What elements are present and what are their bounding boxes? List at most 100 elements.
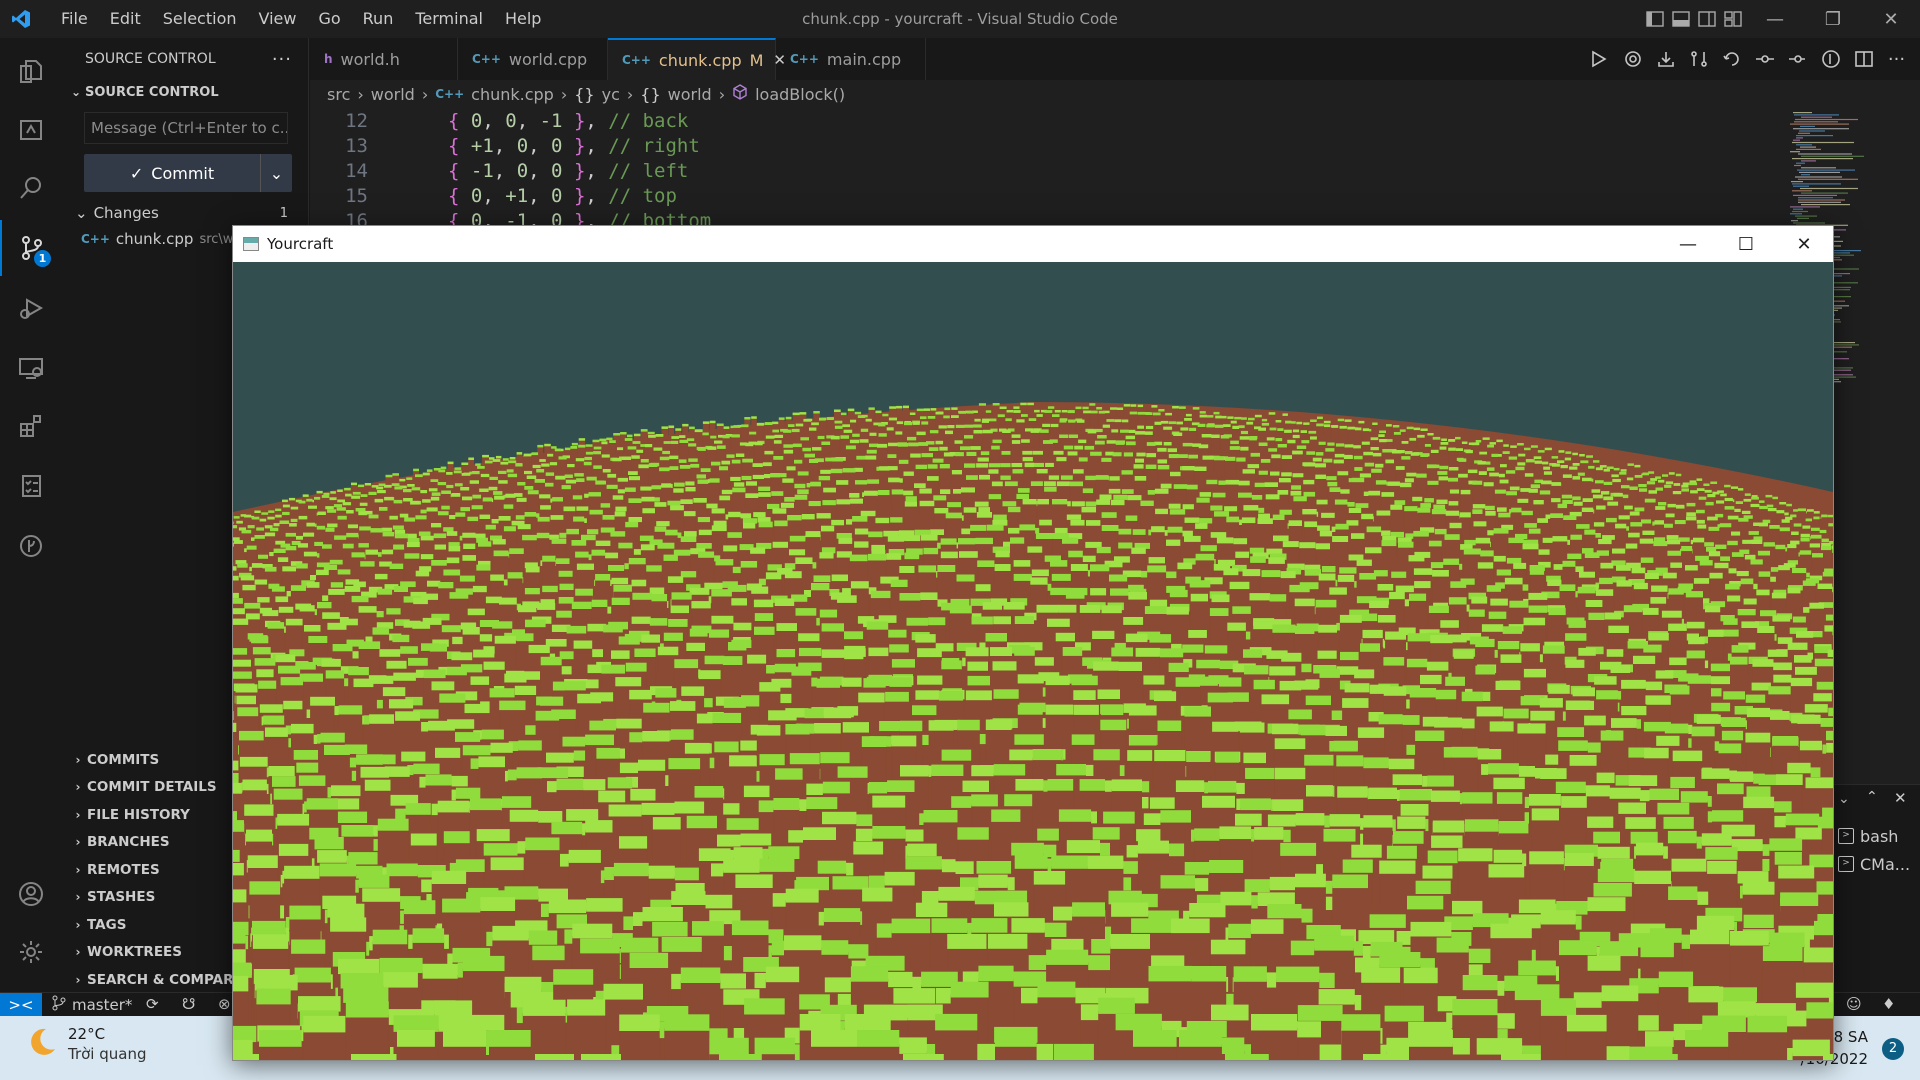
code-value: 0: [551, 159, 563, 182]
weather-widget[interactable]: 22°C Trời quang: [24, 1024, 147, 1064]
tab-main-cpp[interactable]: C++ main.cpp: [776, 38, 926, 80]
feedback-icon[interactable]: ☺: [1846, 995, 1862, 1013]
section-label: COMMIT DETAILS: [87, 779, 217, 796]
open-changes-icon[interactable]: [1718, 46, 1745, 73]
menu-edit[interactable]: Edit: [99, 0, 152, 38]
cmake-settings-icon[interactable]: [1619, 46, 1646, 73]
commit-options-button[interactable]: ⌄: [260, 154, 292, 192]
code-value: 0: [470, 184, 483, 207]
chevron-right-icon: ›: [75, 917, 81, 932]
branch-indicator[interactable]: master*: [52, 993, 132, 1017]
more-actions-icon[interactable]: ···: [272, 49, 292, 70]
menu-help[interactable]: Help: [494, 0, 552, 38]
menu-file[interactable]: File: [50, 0, 99, 38]
code-value: 0: [516, 134, 529, 157]
breadcrumb-item[interactable]: world: [668, 85, 712, 104]
next-change-icon[interactable]: [1784, 46, 1811, 73]
errors-icon[interactable]: ⊗: [218, 995, 231, 1013]
menu-selection[interactable]: Selection: [152, 0, 248, 38]
menu-terminal[interactable]: Terminal: [404, 0, 494, 38]
tab-label: world.h: [340, 49, 400, 69]
compare-changes-icon[interactable]: [1685, 46, 1712, 73]
breadcrumb-item[interactable]: yc: [602, 85, 620, 104]
source-control-icon[interactable]: 1: [0, 220, 61, 276]
game-window-titlebar[interactable]: Yourcraft — ☐ ✕: [233, 226, 1833, 262]
chevron-right-icon: ›: [421, 84, 429, 104]
split-editor-icon[interactable]: [1850, 46, 1877, 73]
remote-explorer-icon[interactable]: [0, 340, 61, 396]
testing-icon[interactable]: [0, 458, 61, 514]
game-minimize-button[interactable]: —: [1659, 226, 1717, 262]
tab-world-cpp[interactable]: C++ world.cpp: [458, 38, 608, 80]
notification-count-badge[interactable]: 2: [1882, 1038, 1904, 1060]
menu-view[interactable]: View: [248, 0, 308, 38]
commit-button-label: Commit: [151, 163, 215, 183]
changes-group-header[interactable]: ⌄ Changes 1: [61, 200, 308, 226]
settings-gear-icon[interactable]: [0, 924, 61, 980]
notifications-bell-icon[interactable]: ♦: [1882, 995, 1895, 1013]
code-value: 0: [505, 109, 517, 132]
menu-go[interactable]: Go: [307, 0, 351, 38]
remote-indicator-icon[interactable]: ><: [0, 993, 42, 1017]
chevron-right-icon: ›: [560, 84, 568, 104]
terminal-label: bash: [1860, 826, 1899, 846]
toggle-panel-icon[interactable]: [1668, 0, 1694, 38]
close-panel-icon[interactable]: ✕: [1894, 789, 1907, 807]
menu-run[interactable]: Run: [352, 0, 405, 38]
voxel-terrain-render: [233, 402, 1833, 1060]
cpp-file-icon: C++: [472, 52, 501, 66]
terminal-icon: >: [1838, 828, 1854, 844]
breadcrumb-item[interactable]: src: [327, 85, 350, 104]
chevron-down-icon: ⌄: [75, 204, 88, 222]
gitlens-icon[interactable]: [0, 518, 61, 574]
build-icon[interactable]: [1652, 46, 1679, 73]
chevron-right-icon: ›: [718, 84, 726, 104]
search-icon[interactable]: [0, 160, 61, 216]
chevron-down-icon[interactable]: ⌄: [1838, 791, 1850, 807]
git-graph-icon[interactable]: ☋: [182, 995, 195, 1013]
commit-button[interactable]: ✓ Commit: [84, 154, 260, 192]
minimize-button[interactable]: —: [1746, 0, 1804, 38]
project-manager-icon[interactable]: [0, 102, 61, 158]
code-editor[interactable]: 12 { 0, 0, -1 }, // back 13 { +1, 0, 0 }…: [310, 108, 1790, 232]
app-window-icon: [243, 237, 259, 251]
breadcrumb-item[interactable]: chunk.cpp: [471, 85, 554, 104]
gitlens-blame-icon[interactable]: [1817, 46, 1844, 73]
previous-change-icon[interactable]: [1751, 46, 1778, 73]
chevron-right-icon: ›: [75, 972, 81, 987]
cpp-file-icon: C++: [622, 53, 651, 67]
breadcrumb-item[interactable]: world: [371, 85, 415, 104]
restore-button[interactable]: ❐: [1804, 0, 1862, 38]
toggle-secondary-sidebar-icon[interactable]: [1694, 0, 1720, 38]
terminal-tab-cmake[interactable]: > CMa...: [1838, 851, 1910, 877]
game-window[interactable]: Yourcraft — ☐ ✕: [232, 225, 1834, 1061]
tab-chunk-cpp[interactable]: C++ chunk.cpp M ✕: [608, 38, 786, 80]
close-window-button[interactable]: ✕: [1862, 0, 1920, 38]
section-label: STASHES: [87, 889, 156, 906]
commit-message-input[interactable]: Message (Ctrl+Enter to c...: [84, 112, 288, 144]
chevron-down-icon: ⌄: [269, 163, 284, 183]
game-viewport[interactable]: [233, 262, 1833, 1060]
chevron-right-icon: ›: [75, 807, 81, 822]
sync-icon[interactable]: ⟳: [146, 995, 159, 1013]
customize-layout-icon[interactable]: [1720, 0, 1746, 38]
run-file-icon[interactable]: [1586, 46, 1613, 73]
modified-indicator: M: [749, 50, 764, 70]
breadcrumb-item[interactable]: loadBlock(): [755, 85, 845, 104]
extensions-icon[interactable]: [0, 398, 61, 454]
code-comment: // back: [608, 109, 689, 132]
accounts-icon[interactable]: [0, 866, 61, 922]
tab-world-h[interactable]: h world.h: [310, 38, 458, 80]
code-value: 0: [470, 109, 483, 132]
game-maximize-button[interactable]: ☐: [1717, 226, 1775, 262]
source-control-section-header[interactable]: ⌄ SOURCE CONTROL: [61, 80, 308, 104]
branch-name: master*: [72, 996, 133, 1014]
maximize-panel-icon[interactable]: ⌃: [1866, 789, 1878, 805]
toggle-primary-sidebar-icon[interactable]: [1642, 0, 1668, 38]
more-actions-icon[interactable]: ···: [1883, 46, 1910, 73]
terminal-tab-bash[interactable]: > bash: [1838, 823, 1898, 849]
chevron-right-icon: ›: [626, 84, 634, 104]
explorer-icon[interactable]: [0, 43, 61, 99]
game-close-button[interactable]: ✕: [1775, 226, 1833, 262]
run-debug-icon[interactable]: [0, 280, 61, 336]
